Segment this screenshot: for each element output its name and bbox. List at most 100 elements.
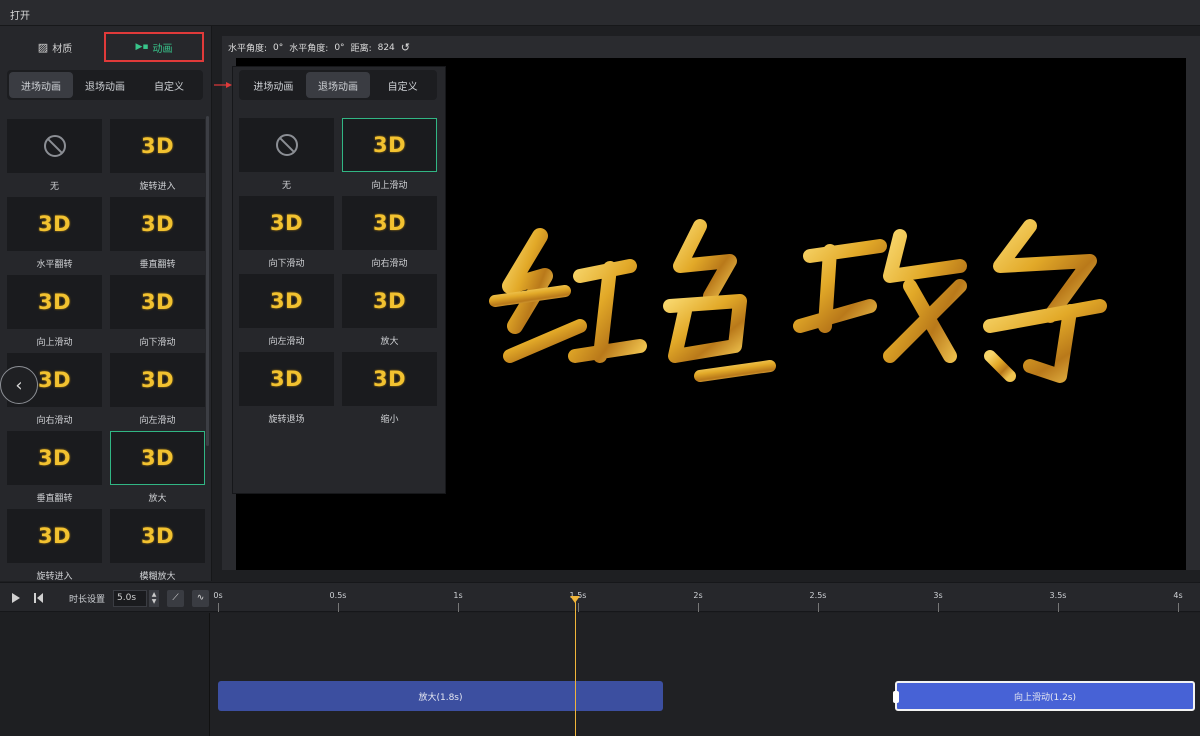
exit-animation-thumbnail[interactable]: 3D [342, 352, 437, 406]
animation-thumbnail[interactable]: 3D [7, 197, 102, 251]
exit-animation-item[interactable]: 3D 向下滑动 [239, 196, 334, 269]
tab-material[interactable]: ▨ 材质 [5, 32, 105, 62]
animation-item[interactable]: 3D 旋转进入 [7, 509, 102, 582]
clip-exit-animation[interactable]: 向上滑动(1.2s) [893, 681, 1195, 711]
animation-item[interactable]: 3D 向上滑动 [7, 275, 102, 348]
thumbnail-3d-text: 3D [37, 524, 72, 548]
animation-label: 向左滑动 [139, 416, 176, 426]
exit-animation-item[interactable]: 3D 向右滑动 [342, 196, 437, 269]
animation-label: 垂直翻转 [139, 260, 176, 270]
animation-thumbnail[interactable] [7, 119, 102, 173]
subtab-enter[interactable]: 进场动画 [9, 72, 73, 98]
thumbnail-3d-text: 3D [372, 211, 407, 235]
animation-label: 垂直翻转 [36, 494, 73, 504]
animation-item[interactable]: 无 [7, 119, 102, 192]
animation-thumbnail[interactable]: 3D [110, 509, 205, 563]
duration-input[interactable] [113, 589, 148, 607]
h-angle2-label: 水平角度: [289, 44, 329, 54]
exit-animation-thumbnail[interactable]: 3D [239, 352, 334, 406]
curve-linear-button[interactable]: ⟋ [167, 589, 185, 607]
exit-animation-thumbnail[interactable]: 3D [239, 196, 334, 250]
exit-animation-thumbnail[interactable]: 3D [342, 274, 437, 328]
tab-material-label: 材质 [52, 43, 73, 55]
arrow-right-icon [214, 82, 232, 88]
anim-subtabs: 进场动画 退场动画 自定义 [7, 70, 203, 100]
thumbnail-3d-text: 3D [269, 289, 304, 313]
animation-thumbnail[interactable]: 3D [110, 353, 205, 407]
playhead[interactable] [575, 598, 576, 736]
track-header [0, 613, 210, 736]
skip-to-start-icon[interactable] [34, 593, 43, 603]
subtab-custom[interactable]: 自定义 [137, 72, 201, 98]
left-panel: ▨ 材质 ▶▪ 动画 进场动画 退场动画 自定义 无 3D 旋转进入 3D 水平翻转 3D… [0, 26, 212, 582]
thumbnail-3d-text: 3D [372, 289, 407, 313]
thumbnail-3d-text: 3D [140, 524, 175, 548]
duration-stepper[interactable]: ▲ ▼ [149, 589, 160, 607]
exit-animation-item[interactable]: 3D 向上滑动 [342, 118, 437, 191]
ruler-tick [458, 603, 459, 612]
animation-thumbnail[interactable]: 3D [7, 275, 102, 329]
animation-item[interactable]: 3D 水平翻转 [7, 197, 102, 270]
animation-icon: ▶▪ [135, 42, 149, 52]
thumbnail-3d-text: 3D [37, 212, 72, 236]
ban-icon [43, 135, 66, 157]
animation-item[interactable]: 3D 垂直翻转 [7, 431, 102, 504]
exit-animation-item[interactable]: 3D 向左滑动 [239, 274, 334, 347]
ruler-tick-label: 3.5s [1049, 591, 1067, 600]
play-icon[interactable] [12, 593, 20, 603]
time-ruler[interactable]: 0s 0.5s 1s 1.5s 2s 2.5s 3s 3.5s 4s [212, 583, 1200, 613]
animation-label: 向右滑动 [36, 416, 73, 426]
clip-enter-animation[interactable]: 放大(1.8s) [218, 681, 663, 711]
h-angle2-value: 0° [334, 42, 345, 53]
animation-item[interactable]: 3D 放大 [110, 431, 205, 504]
exit-animation-item[interactable]: 无 [239, 118, 334, 191]
exit-animation-thumbnail[interactable]: 3D [342, 118, 437, 172]
reset-icon[interactable]: ↺ [401, 41, 410, 54]
h-angle-label: 水平角度: [228, 44, 268, 54]
collapse-button[interactable]: ‹ [0, 366, 38, 404]
animation-item[interactable]: 3D 垂直翻转 [110, 197, 205, 270]
animation-thumbnail[interactable]: 3D [7, 431, 102, 485]
popup-subtab-custom[interactable]: 自定义 [370, 72, 435, 98]
thumbnail-3d-text: 3D [269, 367, 304, 391]
animation-label: 水平翻转 [36, 260, 73, 270]
animation-label: 旋转进入 [139, 182, 176, 192]
animation-item[interactable]: 3D 向左滑动 [110, 353, 205, 426]
exit-animation-item[interactable]: 3D 放大 [342, 274, 437, 347]
exit-animation-label: 无 [281, 181, 291, 191]
popup-subtab-enter[interactable]: 进场动画 [241, 72, 306, 98]
ruler-tick-label: 2s [693, 591, 703, 600]
scrollbar[interactable] [206, 116, 209, 446]
animation-label: 放大 [148, 494, 167, 504]
clip-resize-handle[interactable] [893, 691, 899, 703]
exit-animation-label: 缩小 [380, 415, 399, 425]
curve-ease-button[interactable]: ∿ [192, 589, 210, 607]
thumbnail-3d-text: 3D [37, 368, 72, 392]
exit-animation-item[interactable]: 3D 旋转退场 [239, 352, 334, 425]
popup-subtab-exit[interactable]: 退场动画 [305, 72, 371, 98]
subtab-exit[interactable]: 退场动画 [73, 72, 137, 98]
animation-item[interactable]: 3D 模糊放大 [110, 509, 205, 582]
thumbnail-3d-text: 3D [37, 290, 72, 314]
animation-thumbnail[interactable]: 3D [7, 509, 102, 563]
animation-thumbnail[interactable]: 3D [110, 119, 205, 173]
exit-animation-thumbnail[interactable] [239, 118, 334, 172]
ruler-tick [578, 603, 579, 612]
exit-animation-thumbnail[interactable]: 3D [239, 274, 334, 328]
tab-animation[interactable]: ▶▪ 动画 [104, 32, 204, 62]
thumbnail-3d-text: 3D [140, 290, 175, 314]
timeline-tracks: 放大(1.8s) 向上滑动(1.2s) [0, 613, 1200, 736]
menu-open[interactable]: 打开 [10, 11, 30, 22]
material-icon: ▨ [37, 40, 49, 54]
animation-thumbnail[interactable]: 3D [110, 275, 205, 329]
ruler-tick [938, 603, 939, 612]
playhead-handle[interactable] [570, 596, 580, 603]
exit-animation-thumbnail[interactable]: 3D [342, 196, 437, 250]
thumbnail-3d-text: 3D [140, 446, 175, 470]
animation-item[interactable]: 3D 向下滑动 [110, 275, 205, 348]
thumbnail-3d-text: 3D [37, 446, 72, 470]
animation-thumbnail[interactable]: 3D [110, 197, 205, 251]
animation-thumbnail[interactable]: 3D [110, 431, 205, 485]
animation-item[interactable]: 3D 旋转进入 [110, 119, 205, 192]
exit-animation-item[interactable]: 3D 缩小 [342, 352, 437, 425]
